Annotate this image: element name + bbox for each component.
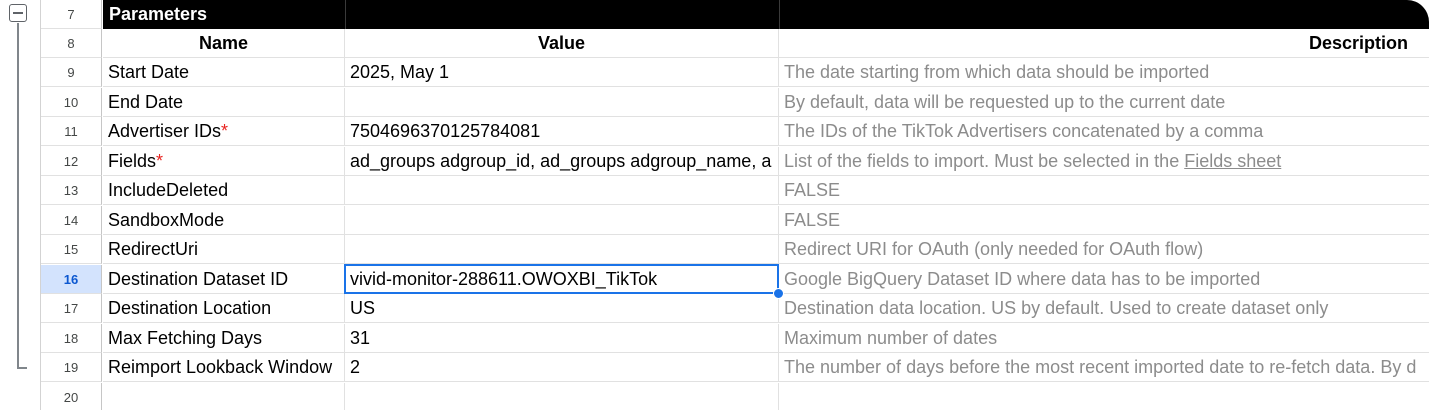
param-name-cell[interactable]: IncludeDeleted — [103, 176, 345, 205]
param-name-cell[interactable]: Advertiser IDs * — [103, 117, 345, 146]
param-name-cell[interactable]: End Date — [103, 88, 345, 117]
empty-cell[interactable] — [103, 383, 345, 410]
row-header-11[interactable]: 11 — [41, 117, 102, 146]
title-divider — [779, 0, 780, 29]
group-bracket-end — [17, 367, 27, 369]
header-description[interactable]: Description — [779, 29, 1429, 58]
param-name-label: Advertiser IDs — [108, 120, 222, 141]
param-name-cell[interactable]: Start Date — [103, 58, 345, 87]
row-header-10[interactable]: 10 — [41, 88, 102, 117]
spreadsheet-grid: 7 8 9 10 11 12 13 14 15 16 17 18 19 20 P… — [0, 0, 1429, 410]
param-description-text: List of the fields to import. Must be se… — [784, 150, 1180, 171]
param-value-cell[interactable] — [345, 235, 779, 264]
param-value-cell[interactable]: ad_groups adgroup_id, ad_groups adgroup_… — [345, 147, 779, 176]
row-header-16[interactable]: 16 — [41, 265, 102, 294]
required-asterisk: * — [221, 120, 229, 141]
param-description-cell[interactable]: List of the fields to import. Must be se… — [779, 147, 1429, 176]
group-bracket-line — [17, 23, 19, 368]
row-header-9[interactable]: 9 — [41, 58, 102, 87]
row-header-14[interactable]: 14 — [41, 206, 102, 235]
param-name-cell[interactable]: Reimport Lookback Window — [103, 353, 345, 382]
fields-sheet-link[interactable]: Fields sheet — [1184, 151, 1281, 172]
row-header-13[interactable]: 13 — [41, 176, 102, 205]
param-value-cell[interactable] — [345, 176, 779, 205]
section-title: Parameters — [109, 4, 208, 24]
header-value[interactable]: Value — [345, 29, 779, 58]
param-description-cell[interactable]: The number of days before the most recen… — [779, 353, 1429, 382]
row-header-15[interactable]: 15 — [41, 235, 102, 264]
empty-cell[interactable] — [779, 383, 1429, 410]
section-title-row[interactable]: Parameters — [103, 0, 1429, 29]
param-description-cell[interactable]: Redirect URI for OAuth (only needed for … — [779, 235, 1429, 264]
row-header-20[interactable]: 20 — [41, 383, 102, 410]
param-value-cell[interactable] — [345, 206, 779, 235]
row-header-17[interactable]: 17 — [41, 294, 102, 323]
param-name-cell[interactable]: Destination Dataset ID — [103, 265, 345, 294]
param-description-cell[interactable]: By default, data will be requested up to… — [779, 88, 1429, 117]
param-description-cell[interactable]: Maximum number of dates — [779, 324, 1429, 353]
param-name-cell[interactable]: SandboxMode — [103, 206, 345, 235]
empty-cell[interactable] — [345, 383, 779, 410]
param-value-cell[interactable] — [345, 88, 779, 117]
header-name[interactable]: Name — [103, 29, 345, 58]
required-asterisk: * — [156, 150, 164, 171]
title-divider — [345, 0, 346, 29]
param-description-cell[interactable]: The IDs of the TikTok Advertisers concat… — [779, 117, 1429, 146]
row-header-7[interactable]: 7 — [41, 0, 102, 29]
collapse-minus-icon[interactable] — [9, 4, 27, 22]
row-group-gutter — [0, 0, 41, 410]
param-description-cell[interactable]: The date starting from which data should… — [779, 58, 1429, 87]
param-value-cell[interactable]: US — [345, 294, 779, 323]
param-description-cell[interactable]: FALSE — [779, 176, 1429, 205]
row-header-12[interactable]: 12 — [41, 147, 102, 176]
param-value-cell-selected[interactable]: vivid-monitor-288611.OWOXBI_TikTok — [345, 265, 779, 294]
fill-handle[interactable] — [773, 288, 784, 299]
param-name-cell[interactable]: Destination Location — [103, 294, 345, 323]
param-value-cell[interactable]: 2 — [345, 353, 779, 382]
param-name-cell[interactable]: Fields * — [103, 147, 345, 176]
param-name-label: Fields — [108, 150, 157, 171]
param-name-cell[interactable]: RedirectUri — [103, 235, 345, 264]
row-header-18[interactable]: 18 — [41, 324, 102, 353]
param-description-cell[interactable]: Destination data location. US by default… — [779, 294, 1429, 323]
param-value-cell[interactable]: 7504696370125784081 — [345, 117, 779, 146]
param-description-cell[interactable]: Google BigQuery Dataset ID where data ha… — [779, 265, 1429, 294]
param-value-cell[interactable]: 31 — [345, 324, 779, 353]
row-header-19[interactable]: 19 — [41, 353, 102, 382]
row-header-8[interactable]: 8 — [41, 29, 102, 58]
param-value-cell[interactable]: 2025, May 1 — [345, 58, 779, 87]
param-description-cell[interactable]: FALSE — [779, 206, 1429, 235]
param-name-cell[interactable]: Max Fetching Days — [103, 324, 345, 353]
